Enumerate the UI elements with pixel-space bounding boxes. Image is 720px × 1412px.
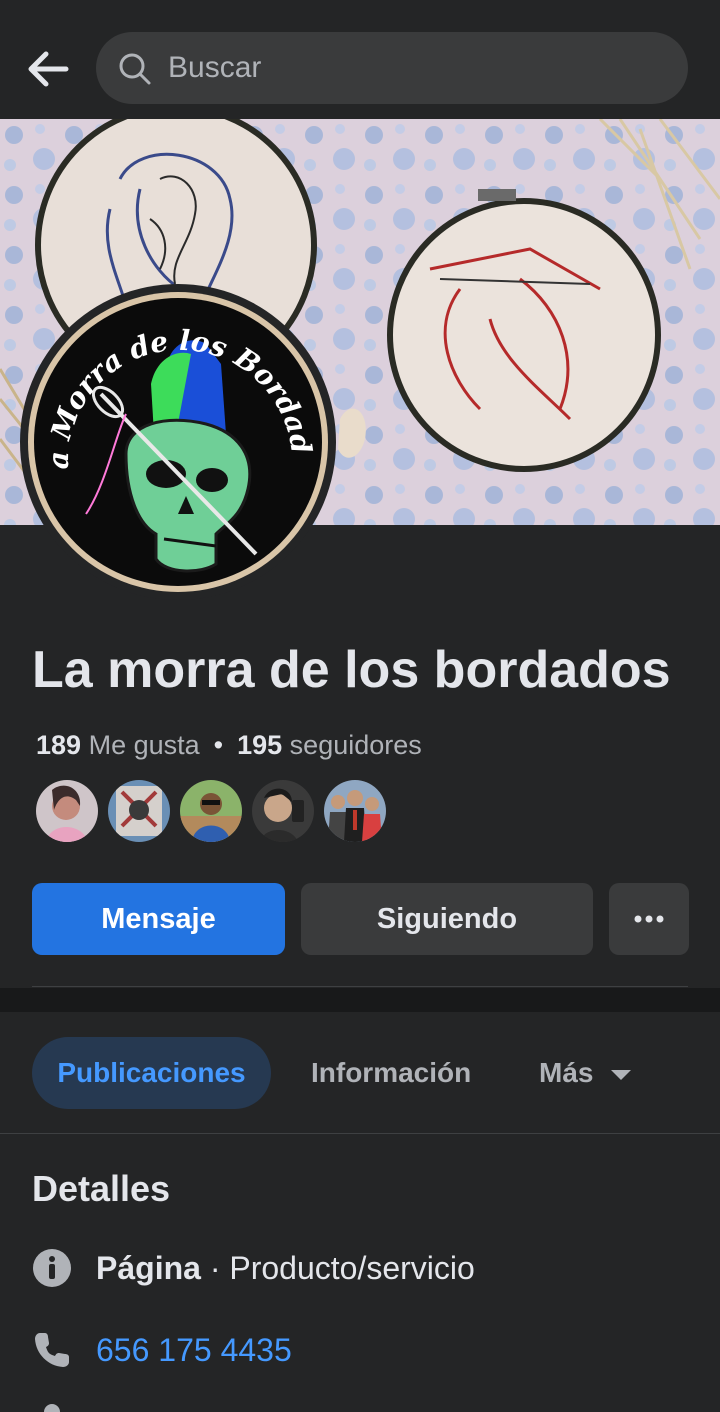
- phone-icon: [32, 1330, 72, 1370]
- divider: [0, 1133, 720, 1134]
- details-heading: Detalles: [32, 1168, 171, 1209]
- category-prefix: Página: [96, 1249, 201, 1286]
- tab-mas[interactable]: Más: [539, 1037, 632, 1109]
- tab-informacion[interactable]: Información: [311, 1037, 471, 1109]
- next-row-icon: [44, 1404, 60, 1412]
- friend-avatar[interactable]: [36, 780, 98, 842]
- top-bar: Buscar: [0, 0, 720, 118]
- friend-avatar[interactable]: [180, 780, 242, 842]
- tab-publicaciones[interactable]: Publicaciones: [32, 1037, 271, 1109]
- friend-avatar[interactable]: [252, 780, 314, 842]
- phone-number[interactable]: 656 175 4435: [96, 1332, 292, 1369]
- divider: [32, 986, 688, 987]
- page-tabs: Publicaciones Información Más: [0, 1012, 720, 1133]
- more-options-button[interactable]: [609, 883, 689, 955]
- friend-avatar[interactable]: [108, 780, 170, 842]
- more-dots-icon: [634, 915, 664, 923]
- likes-label: Me gusta: [88, 730, 200, 760]
- search-icon: [118, 52, 152, 86]
- message-button[interactable]: Mensaje: [32, 883, 285, 955]
- search-placeholder: Buscar: [168, 51, 262, 84]
- following-button[interactable]: Siguiendo: [301, 883, 593, 955]
- followers-label: seguidores: [289, 730, 422, 760]
- stats-separator: •: [213, 730, 224, 760]
- back-arrow-icon[interactable]: [22, 44, 72, 94]
- followers-count: 195: [237, 730, 283, 760]
- page-stats: 189 Me gusta • 195 seguidores: [36, 730, 422, 761]
- detail-phone[interactable]: 656 175 4435: [32, 1328, 292, 1372]
- friend-avatar[interactable]: [324, 780, 386, 842]
- info-icon: [32, 1248, 72, 1288]
- section-separator: [0, 988, 720, 1012]
- page-avatar[interactable]: La Morra de los Bordados: [5, 258, 342, 602]
- category-value: · Producto/servicio: [200, 1249, 475, 1286]
- caret-down-icon: [611, 1070, 632, 1080]
- likes-count: 189: [36, 730, 82, 760]
- search-input[interactable]: Buscar: [96, 32, 688, 104]
- detail-category: Página · Producto/servicio: [32, 1246, 475, 1290]
- tab-mas-label: Más: [539, 1057, 594, 1088]
- page-title: La morra de los bordados: [32, 641, 671, 699]
